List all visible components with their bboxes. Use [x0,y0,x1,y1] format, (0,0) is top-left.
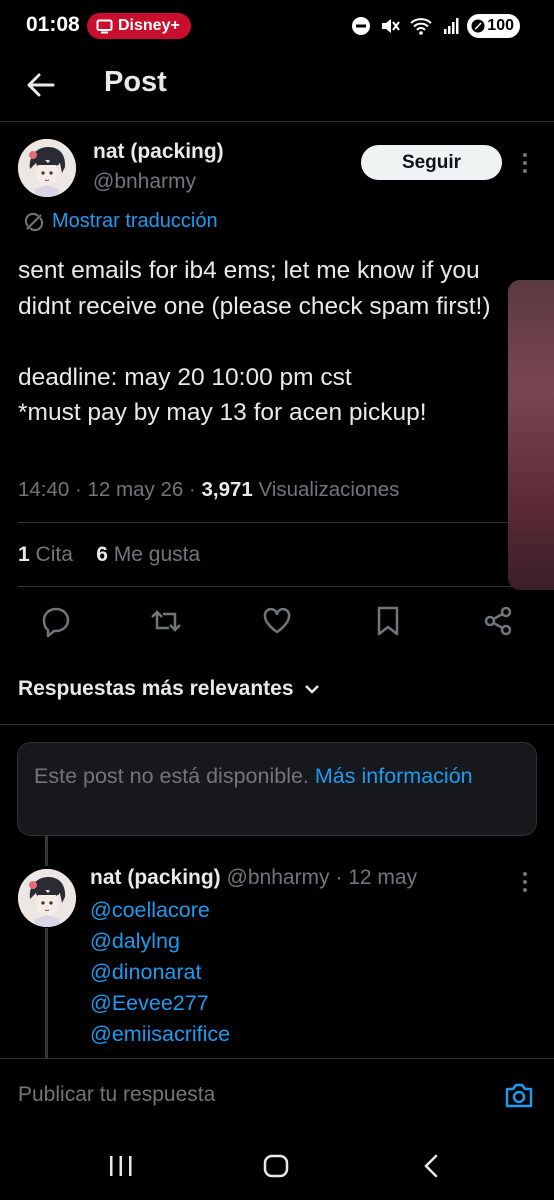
replies-sort-label: Respuestas más relevantes [18,677,294,700]
author-name[interactable]: nat (packing) [93,140,224,164]
reply-header: nat (packing) @bnharmy · 12 may [90,866,417,890]
quotes-label: Cita [35,543,73,566]
notification-app-name: Disney+ [118,17,180,34]
avatar-drawing [18,139,76,197]
more-info-link[interactable]: Más información [315,764,473,788]
camera-icon[interactable] [504,1081,534,1109]
author-handle[interactable]: @bnharmy [93,170,196,194]
divider [18,522,536,523]
follow-button[interactable]: Seguir [361,145,502,180]
show-translation-link[interactable]: Mostrar traducción [24,210,218,233]
mention-link[interactable]: @coellacore [90,895,230,926]
reply-author-handle[interactable]: @bnharmy [227,866,330,889]
status-icons: 100 [351,14,520,38]
mention-link[interactable]: @dinonarat [90,957,230,988]
views-count: 3,971 [201,478,253,501]
back-arrow-icon[interactable] [24,68,58,102]
reply-mentions: @coellacore @dalylng @dinonarat @Eevee27… [90,895,230,1050]
mention-link[interactable]: @Eevee277 [90,988,230,1019]
unavailable-post-notice: Este post no está disponible. Más inform… [17,742,537,836]
chevron-down-icon [304,685,319,694]
quotes-stat[interactable]: 1 Cita [18,543,73,566]
divider [18,586,536,587]
more-options-icon[interactable] [515,151,535,175]
page-title: Post [104,66,167,98]
translate-icon [24,212,44,231]
post-body: sent emails for ib4 ems; let me know if … [18,257,491,426]
mute-icon [382,19,401,33]
post-date: 12 may 26 [87,478,184,501]
recent-apps-icon[interactable] [107,1154,135,1178]
bookmark-icon[interactable] [371,604,405,638]
reply-more-options-icon[interactable] [515,870,535,894]
likes-label: Me gusta [113,543,201,566]
post-metadata: 14:40 · 12 may 26 · 3,971 Visualizacione… [18,478,400,501]
reply-input[interactable]: Publicar tu respuesta [18,1083,215,1107]
system-navigation-bar [0,1124,554,1200]
like-icon[interactable] [260,604,294,638]
status-bar: 01:08 Disney+ 100 [0,0,554,52]
back-nav-icon[interactable] [420,1154,444,1178]
battery-saver-icon [471,19,485,33]
reply-author-name[interactable]: nat (packing) [90,866,221,889]
repost-icon[interactable] [149,604,183,638]
thread-connector [45,836,48,866]
author-avatar[interactable] [18,139,76,197]
edge-panel-handle[interactable] [508,280,554,590]
avatar-drawing [18,869,76,927]
post-time: 14:40 [18,478,70,501]
signal-icon [444,18,459,34]
divider [0,724,554,725]
battery-indicator: 100 [467,14,520,38]
quotes-count: 1 [18,543,30,566]
home-icon[interactable] [262,1154,290,1178]
views-label[interactable]: Visualizaciones [259,478,400,501]
reply-author-avatar[interactable] [18,869,76,927]
share-icon[interactable] [481,604,515,638]
dnd-icon [352,17,371,35]
notification-pill[interactable]: Disney+ [87,13,191,39]
likes-stat[interactable]: 6 Me gusta [96,543,200,566]
post-stats: 1 Cita 6 Me gusta [18,543,200,567]
thread-connector [45,928,48,1058]
unavailable-text: Este post no está disponible. [34,764,309,788]
replies-sort-dropdown[interactable]: Respuestas más relevantes [18,677,320,701]
likes-count: 6 [96,543,108,566]
reply-date: · 12 may [335,866,418,889]
wifi-icon [410,18,432,35]
translate-label: Mostrar traducción [52,210,218,232]
reply-icon[interactable] [39,604,73,638]
mention-link[interactable]: @emiisacrifice [90,1019,230,1050]
reply-composer[interactable]: Publicar tu respuesta [0,1058,554,1124]
battery-level: 100 [487,17,514,34]
top-app-bar: Post [0,52,554,122]
mention-link[interactable]: @dalylng [90,926,230,957]
status-time: 01:08 [26,13,80,36]
tv-icon [96,19,113,33]
